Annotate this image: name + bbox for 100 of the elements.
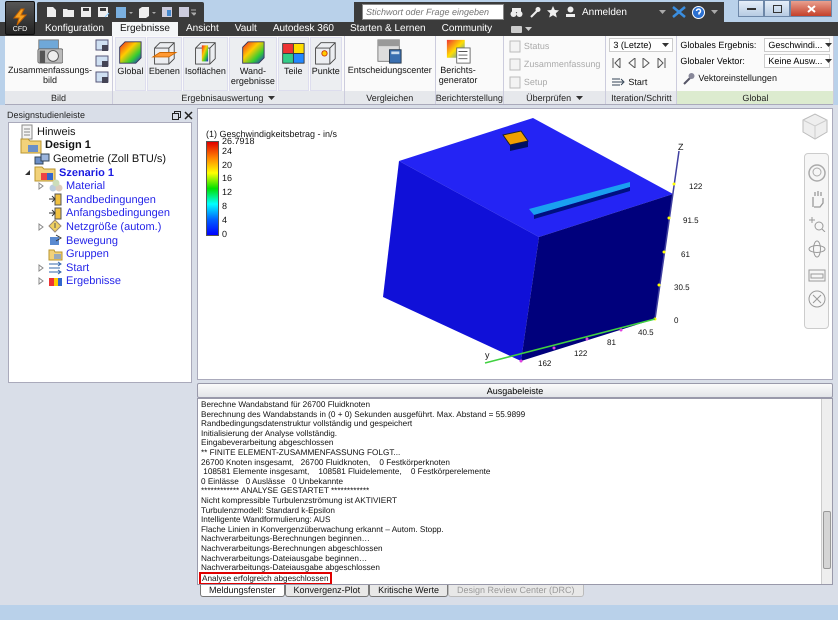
binoculars-icon[interactable] bbox=[510, 6, 523, 18]
ribbon-tab[interactable]: Vault bbox=[226, 22, 265, 36]
tree-item[interactable]: Randbedingungen bbox=[66, 194, 156, 206]
ribbon-button[interactable]: Isoflächen bbox=[182, 37, 228, 91]
document-icon bbox=[508, 76, 521, 88]
log-line: 0 Einlässe 0 Auslässe 0 Unbekannte bbox=[201, 476, 344, 486]
ribbon-tab[interactable]: Autodesk 360 bbox=[264, 22, 342, 36]
ribbon-button[interactable]: Zusammenfassungs- bild bbox=[7, 37, 94, 91]
diamond-icon bbox=[48, 219, 63, 234]
image-icon[interactable] bbox=[95, 70, 110, 84]
tree-item[interactable]: Bewegung bbox=[66, 234, 118, 247]
maximize-icon bbox=[772, 4, 782, 12]
image-icon[interactable] bbox=[95, 38, 110, 52]
help-icon[interactable] bbox=[692, 6, 705, 18]
zoom-icon[interactable] bbox=[808, 216, 826, 232]
gradient-cube-icon bbox=[240, 40, 266, 65]
tree-item[interactable]: Geometrie (Zoll BTU/s) bbox=[53, 152, 166, 165]
axis-tick-label: 40.5 bbox=[638, 328, 654, 337]
open-folder-icon[interactable] bbox=[62, 6, 75, 18]
color-blocks-icon bbox=[280, 40, 307, 65]
caret-icon bbox=[659, 10, 666, 14]
close-icon bbox=[806, 4, 816, 12]
tree-item[interactable]: Material bbox=[66, 180, 106, 192]
output-tab[interactable]: Meldungsfenster bbox=[200, 585, 285, 597]
panel-icon[interactable] bbox=[161, 6, 173, 18]
dropdown[interactable]: Geschwindi... bbox=[764, 38, 830, 52]
dropdown[interactable]: Keine Ausw... bbox=[764, 54, 830, 68]
previous-step-icon[interactable] bbox=[627, 58, 636, 68]
log-line: ************ ANALYSE GESTARTET ************ bbox=[201, 486, 370, 496]
scrollbar[interactable] bbox=[821, 399, 832, 584]
last-step-icon[interactable] bbox=[657, 58, 666, 68]
log-line: Nachverarbeitungs-Dateiausgabe abgeschlossen bbox=[201, 563, 381, 573]
log-line: Berechnung des Wandabstands in (0 + 0) Sekunden ausgeführt. Max. Abstand = 55.9899 bbox=[201, 410, 526, 420]
ribbon-button[interactable]: Teile bbox=[278, 37, 309, 91]
log-line: ** FINITE ELEMENT-ZUSAMMENFASSUNG FOLGT... bbox=[201, 448, 402, 458]
exchange-icon[interactable] bbox=[672, 6, 686, 18]
expand-arrow-icon[interactable] bbox=[38, 277, 44, 286]
document-arrow-icon[interactable] bbox=[115, 6, 133, 18]
save-icon[interactable] bbox=[80, 6, 92, 18]
expand-arrow-icon[interactable] bbox=[38, 264, 44, 272]
tree-item[interactable]: Gruppen bbox=[66, 248, 109, 260]
ribbon-tab[interactable]: Community bbox=[434, 22, 500, 36]
wrench-icon[interactable] bbox=[528, 6, 541, 18]
ribbon-button[interactable]: Vektoreinstellungen bbox=[680, 70, 830, 86]
image-icon[interactable] bbox=[95, 54, 110, 68]
ribbon-button[interactable]: Ebenen bbox=[146, 37, 182, 91]
orbit-icon[interactable] bbox=[808, 240, 826, 258]
output-tab[interactable]: Kritische Werte bbox=[369, 585, 448, 597]
arrows-icon bbox=[48, 260, 63, 276]
legend-title: (1) Geschwindigkeitsbetrag - in/s bbox=[206, 129, 338, 139]
log-line: Nicht kompressible Turbulenzströmung ist AKTIVIERT bbox=[201, 496, 398, 506]
legend-tick-label: 8 bbox=[222, 202, 228, 212]
expand-arrow-icon[interactable] bbox=[38, 182, 44, 190]
tree-item[interactable]: Start bbox=[66, 262, 90, 274]
expand-arrow-icon[interactable] bbox=[38, 222, 44, 231]
ribbon-button[interactable]: Punkte bbox=[310, 37, 342, 91]
log-line: Berechne Wandabstand für 26700 Fluidknoten bbox=[201, 400, 372, 410]
ribbon-button[interactable]: Global bbox=[115, 37, 146, 91]
user-icon bbox=[564, 6, 576, 18]
caret-icon bbox=[662, 43, 670, 47]
sign-in-link[interactable]: Anmelden bbox=[582, 6, 627, 18]
save-as-icon[interactable] bbox=[97, 6, 110, 18]
display-icon[interactable] bbox=[510, 24, 524, 34]
caret-icon bbox=[268, 96, 276, 100]
ribbon-tab[interactable]: Ergebnisse bbox=[112, 22, 178, 36]
ribbon-button[interactable]: Wand- ergebnisse bbox=[228, 37, 277, 91]
log-line: Nachverarbeitungs-Dateiausgabe beginnen… bbox=[201, 554, 368, 564]
ribbon-button[interactable]: Start bbox=[609, 74, 674, 90]
panel-icon[interactable] bbox=[178, 6, 196, 18]
close-icon[interactable] bbox=[184, 110, 193, 120]
output-panel-header[interactable]: Ausgabeleiste bbox=[197, 383, 833, 398]
next-step-icon[interactable] bbox=[642, 58, 652, 68]
close-button[interactable] bbox=[790, 0, 832, 17]
field-label: Globaler Vektor: bbox=[680, 56, 746, 66]
ribbon-tab[interactable]: Ansicht bbox=[178, 22, 227, 36]
first-step-icon[interactable] bbox=[612, 58, 622, 68]
output-tab[interactable]: Konvergenz-Plot bbox=[284, 585, 370, 597]
new-file-icon[interactable] bbox=[45, 6, 57, 18]
tree-item[interactable]: Szenario 1 bbox=[59, 166, 114, 179]
ribbon-button[interactable]: Berichts- generator bbox=[438, 37, 478, 91]
minimize-button[interactable] bbox=[738, 0, 764, 17]
tree-item[interactable]: Netzgröße (autom.) bbox=[66, 220, 162, 233]
search-field[interactable]: Stichwort oder Frage eingeben bbox=[362, 4, 504, 20]
collapse-arrow-icon[interactable] bbox=[24, 169, 30, 176]
tree-item[interactable]: Design 1 bbox=[45, 139, 91, 152]
log-line: Turbulenzmodell: Standard k-Epsilon bbox=[201, 506, 336, 516]
ribbon-tab[interactable]: Konfiguration bbox=[37, 22, 112, 36]
tree-item[interactable]: Hinweis bbox=[37, 126, 76, 138]
ribbon-tab[interactable]: Starten & Lernen bbox=[342, 22, 434, 36]
tree-item[interactable]: Ergebnisse bbox=[66, 275, 122, 288]
center-icon[interactable] bbox=[808, 290, 826, 308]
cube-icon[interactable] bbox=[138, 6, 156, 18]
maximize-button[interactable] bbox=[764, 0, 790, 17]
restore-icon[interactable] bbox=[172, 110, 181, 120]
legend-tick-label: 16 bbox=[222, 174, 232, 184]
ribbon-button[interactable]: Entscheidungscenter bbox=[346, 37, 433, 91]
iteration-dropdown[interactable]: 3 (Letzte) bbox=[609, 38, 674, 52]
tree-item[interactable]: Anfangsbedingungen bbox=[66, 207, 170, 220]
star-icon[interactable] bbox=[546, 6, 559, 18]
legend-tick-label: 26.7918 bbox=[222, 137, 255, 146]
